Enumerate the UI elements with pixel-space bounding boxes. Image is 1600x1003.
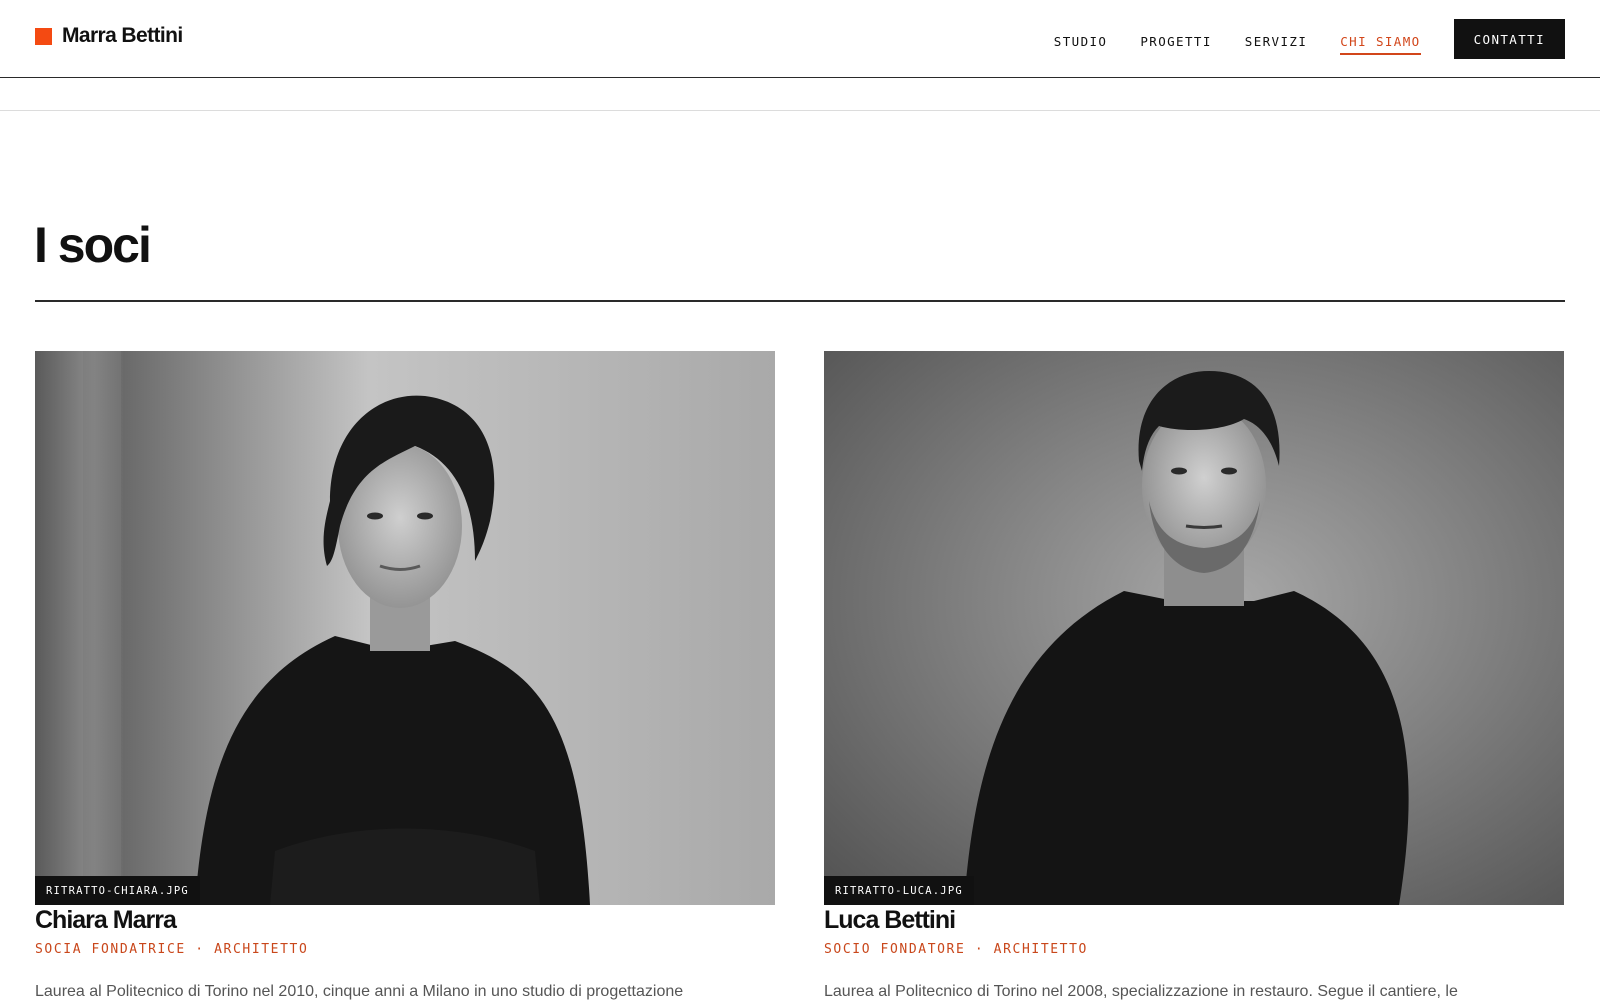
partner-card-chiara: RITRATTO-CHIARA.JPG Chiara Marra SOCIA F… — [35, 351, 775, 1003]
nav-item-chi-siamo[interactable]: CHI SIAMO — [1340, 22, 1421, 56]
nav-item-servizi[interactable]: SERVIZI — [1245, 22, 1307, 56]
partner-name: Chiara Marra — [35, 906, 177, 934]
photo-filename-label: RITRATTO-CHIARA.JPG — [35, 876, 200, 905]
partner-role: SOCIA FONDATRICE · ARCHITETTO — [35, 941, 309, 957]
brand-name: Marra Bettini — [62, 24, 183, 47]
portrait-photo-chiara: RITRATTO-CHIARA.JPG — [35, 351, 775, 905]
main-nav: STUDIO PROGETTI SERVIZI CHI SIAMO CONTAT… — [1054, 19, 1565, 59]
partner-card-luca: RITRATTO-LUCA.JPG Luca Bettini SOCIO FON… — [824, 351, 1564, 1003]
partner-role: SOCIO FONDATORE · ARCHITETTO — [824, 941, 1088, 957]
section-title: I soci — [34, 217, 152, 273]
nav-item-progetti[interactable]: PROGETTI — [1140, 22, 1211, 56]
section-divider — [35, 300, 1565, 302]
photo-filename-label: RITRATTO-LUCA.JPG — [824, 876, 974, 905]
portrait-photo-luca: RITRATTO-LUCA.JPG — [824, 351, 1564, 905]
sub-navigation-bar — [0, 78, 1600, 111]
brand-logo[interactable]: Marra Bettini — [35, 24, 183, 48]
partner-name: Luca Bettini — [824, 906, 956, 934]
nav-item-studio[interactable]: STUDIO — [1054, 22, 1108, 56]
brand-square-icon — [35, 27, 52, 45]
site-header: Marra Bettini STUDIO PROGETTI SERVIZI CH… — [0, 0, 1600, 78]
contatti-button[interactable]: CONTATTI — [1453, 19, 1565, 59]
